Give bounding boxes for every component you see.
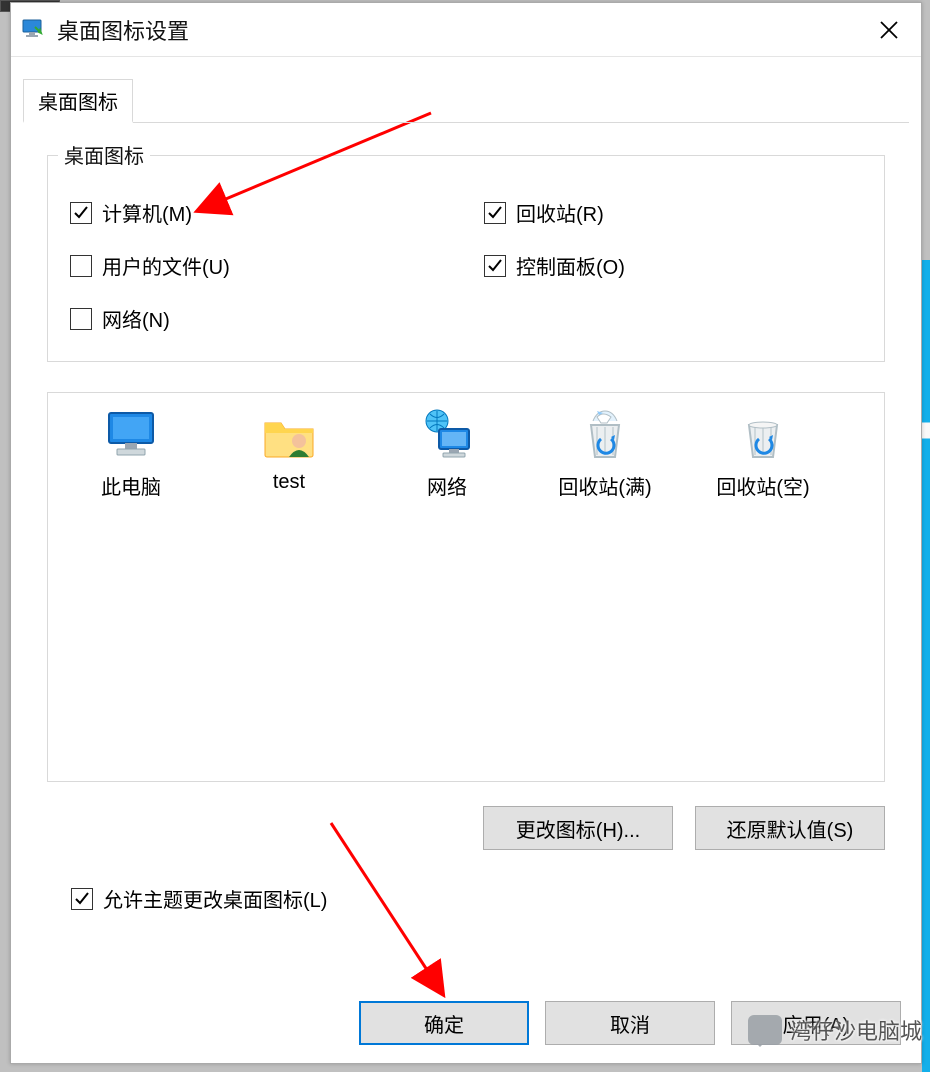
tab-content: 桌面图标 计算机(M) 回收站(R) [23, 123, 909, 913]
icon-list: 此电脑 test [47, 392, 885, 782]
button-label: 取消 [610, 1009, 650, 1038]
checkbox-user-files[interactable]: 用户的文件(U) [70, 251, 466, 280]
checkbox-label: 用户的文件(U) [102, 251, 230, 280]
checkbox-allow-theme[interactable]: 允许主题更改桌面图标(L) [71, 884, 885, 913]
recycle-bin-full-icon [575, 407, 635, 463]
groupbox-legend: 桌面图标 [58, 140, 150, 169]
checkbox-control-panel[interactable]: 控制面板(O) [484, 251, 866, 280]
checkbox-label: 控制面板(O) [516, 251, 625, 280]
checkbox-label: 计算机(M) [102, 198, 192, 227]
checkbox-label: 网络(N) [102, 304, 170, 333]
change-icon-button[interactable]: 更改图标(H)... [483, 806, 673, 850]
checkmark-icon [70, 308, 92, 330]
titlebar: 桌面图标设置 [11, 3, 921, 57]
checkmark-icon [484, 202, 506, 224]
checkbox-label: 回收站(R) [516, 198, 604, 227]
wechat-icon [748, 1015, 782, 1045]
icon-label: 此电脑 [56, 471, 206, 500]
this-pc-icon [101, 407, 161, 463]
icon-label: 回收站(空) [688, 471, 838, 500]
network-icon [417, 407, 477, 463]
icon-item-recycle-full[interactable]: 回收站(满) [530, 407, 680, 500]
restore-default-button[interactable]: 还原默认值(S) [695, 806, 885, 850]
checkmark-icon [70, 202, 92, 224]
user-folder-icon [259, 407, 319, 463]
checkbox-recycle-bin[interactable]: 回收站(R) [484, 198, 866, 227]
background-edge-strip [922, 260, 930, 1072]
icon-item-this-pc[interactable]: 此电脑 [56, 407, 206, 500]
button-label: 还原默认值(S) [727, 814, 854, 843]
icon-item-user-folder[interactable]: test [214, 407, 364, 494]
desktop-icons-groupbox: 桌面图标 计算机(M) 回收站(R) [47, 155, 885, 362]
checkmark-icon [70, 255, 92, 277]
checkbox-computer[interactable]: 计算机(M) [70, 198, 466, 227]
ok-button[interactable]: 确定 [359, 1001, 529, 1045]
desktop-icon-settings-dialog: 桌面图标设置 桌面图标 桌面图标 计算机(M [10, 2, 922, 1064]
button-label: 更改图标(H)... [516, 814, 640, 843]
cancel-button[interactable]: 取消 [545, 1001, 715, 1045]
icon-buttons-row: 更改图标(H)... 还原默认值(S) [47, 806, 885, 850]
button-label: 确定 [424, 1009, 464, 1038]
icon-label: 网络 [372, 471, 522, 500]
checkbox-network[interactable]: 网络(N) [70, 304, 466, 333]
icon-item-network[interactable]: 网络 [372, 407, 522, 500]
display-settings-icon [21, 17, 47, 43]
icon-label: 回收站(满) [530, 471, 680, 500]
dialog-title: 桌面图标设置 [57, 14, 865, 46]
recycle-bin-empty-icon [733, 407, 793, 463]
icon-item-recycle-empty[interactable]: 回收站(空) [688, 407, 838, 500]
close-button[interactable] [865, 6, 913, 54]
tab-label: 桌面图标 [38, 86, 118, 115]
tab-strip: 桌面图标 [23, 79, 909, 123]
tab-desktop-icons[interactable]: 桌面图标 [23, 79, 133, 123]
checkmark-icon [484, 255, 506, 277]
watermark: 湾仔沙电脑城 [748, 1014, 922, 1046]
checkbox-label: 允许主题更改桌面图标(L) [103, 884, 327, 913]
icon-label: test [214, 471, 364, 494]
checkmark-icon [71, 888, 93, 910]
watermark-text: 湾仔沙电脑城 [790, 1014, 922, 1046]
